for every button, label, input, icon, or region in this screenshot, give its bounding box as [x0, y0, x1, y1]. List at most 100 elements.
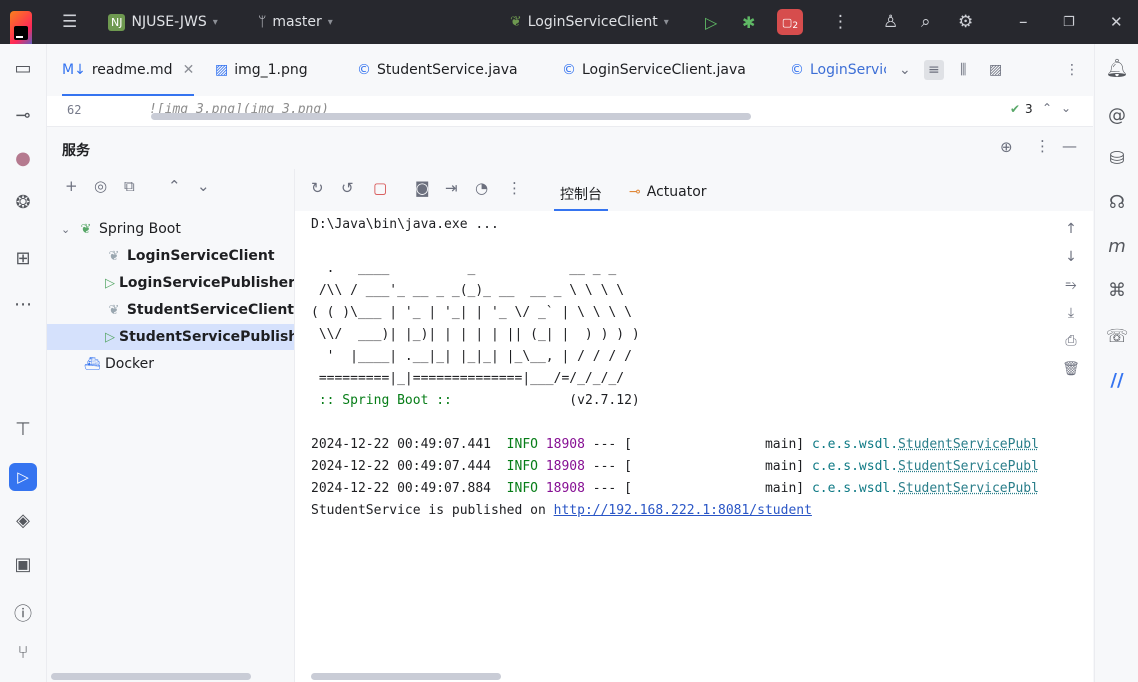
tree-node-label: StudentServicePublisher	[119, 329, 294, 345]
settings-icon[interactable]: ⚙	[958, 0, 973, 44]
tree-node-loginserviceclient[interactable]: ❦ LoginServiceClient	[47, 243, 294, 269]
add-service-icon[interactable]: +	[65, 177, 78, 195]
notifications-icon[interactable]: 🔔︎	[1095, 58, 1138, 79]
more-icon[interactable]: ⋮	[832, 0, 849, 44]
console-panel: ↻ ↺ ▢ ◙ ⇥ ◔ ⋮ 控制台 ⊸ Actuator D:\Java\bin…	[295, 169, 1093, 682]
run-icon[interactable]: ▷	[705, 0, 717, 44]
scroll-down-icon[interactable]: ↓	[1053, 249, 1089, 271]
editor-view-icon[interactable]: ≡	[924, 44, 944, 96]
branch-name: master	[272, 14, 322, 30]
options-icon[interactable]: ⋮	[1035, 137, 1050, 155]
prev-highlight-icon[interactable]: ⌃	[1042, 101, 1052, 115]
collapse-all-icon[interactable]: ⌄	[197, 177, 210, 195]
tab-options-icon[interactable]: ⋮	[1065, 44, 1079, 96]
chevron-down-icon: ▾	[663, 16, 669, 28]
preview-icon[interactable]: ▨	[989, 44, 1002, 96]
hide-panel-icon[interactable]: —	[1062, 137, 1077, 155]
inspection-check-icon[interactable]: ✔	[1010, 102, 1020, 116]
project-selector[interactable]: NJ NJUSE-JWS ▾	[108, 0, 218, 44]
tab-loginservicepublisher[interactable]: © LoginServiceP	[790, 44, 886, 96]
add-user-icon[interactable]: ♙	[883, 0, 898, 44]
console-output[interactable]: D:\Java\bin\java.exe ... . ____ _ __ _ _…	[311, 214, 1051, 522]
stop-button[interactable]: ▢ 2	[777, 0, 803, 44]
clear-console-icon[interactable]: 🗑︎	[1053, 361, 1089, 383]
tab-actuator[interactable]: ⊸ Actuator	[629, 177, 707, 211]
copilot-chat-icon[interactable]: ☊	[1095, 192, 1138, 213]
debug-rerun-icon[interactable]: ↺	[341, 179, 354, 197]
tabs-dropdown-icon[interactable]: ⌄	[899, 44, 911, 96]
class-icon: ©	[357, 62, 371, 78]
tree-node-studentserviceclient[interactable]: ❦ StudentServiceClient	[47, 297, 294, 323]
main-menu-icon[interactable]: ☰	[62, 0, 77, 44]
database-icon[interactable]: ⛁	[1095, 148, 1138, 169]
more-tools-icon[interactable]: ⋯	[0, 294, 46, 315]
restore-icon[interactable]: ❐	[1063, 0, 1075, 44]
tab-readme[interactable]: M↓ readme.md ✕	[62, 44, 195, 96]
soft-wrap-icon[interactable]: ⥱	[1053, 277, 1089, 299]
plugin-avatar-icon[interactable]: ●	[0, 148, 46, 169]
spring-boot-icon: ❦	[80, 221, 92, 237]
close-icon[interactable]: ✕	[1110, 0, 1123, 44]
run-config-selector[interactable]: ❦ LoginServiceClient ▾	[510, 0, 669, 44]
banner-line: ' |____| .__|_| |_|_| |_\__, | / / / /	[311, 349, 632, 364]
scroll-to-end-icon[interactable]: ⤓	[1053, 305, 1089, 327]
expand-all-icon[interactable]: ⌃	[168, 177, 181, 195]
commit-icon[interactable]: ⊸	[0, 105, 46, 126]
tab-img1[interactable]: ▨ img_1.png	[215, 44, 308, 96]
layers-icon[interactable]: ◈	[0, 510, 46, 531]
tree-node-docker[interactable]: ⛴ Docker	[47, 351, 294, 377]
profiler-icon[interactable]: ◔	[475, 179, 488, 197]
tab-studentservice[interactable]: © StudentService.java	[357, 44, 518, 96]
ai-assistant-icon[interactable]: @	[1095, 105, 1138, 126]
tab-console[interactable]: 控制台	[554, 177, 608, 211]
project-badge: NJ	[108, 13, 126, 31]
console-scrollbar[interactable]	[311, 673, 501, 680]
class-icon: ©	[562, 62, 576, 78]
services-title: 服务	[62, 143, 90, 159]
stop-icon[interactable]: ▢	[373, 179, 387, 197]
console-side-toolbar: ↑ ↓ ⥱ ⤓ ⎙ 🗑︎	[1053, 221, 1089, 389]
more-icon[interactable]: ⋮	[507, 179, 522, 197]
tree-node-spring-boot[interactable]: ⌄ ❦ Spring Boot	[47, 216, 294, 242]
services-icon[interactable]: ▷	[0, 463, 46, 491]
tab-loginserviceclient[interactable]: © LoginServiceClient.java	[562, 44, 746, 96]
close-tab-icon[interactable]: ✕	[183, 62, 195, 78]
screenshot-icon[interactable]: ◙	[415, 179, 430, 197]
minimize-icon[interactable]: –	[1019, 0, 1028, 44]
tab-label: 控制台	[560, 187, 602, 203]
project-icon[interactable]: ▭	[0, 58, 46, 79]
new-group-icon[interactable]: ⧉	[124, 177, 135, 195]
maven-icon[interactable]: m	[1095, 236, 1138, 257]
tree-scrollbar[interactable]	[51, 673, 251, 680]
split-view-icon[interactable]: ⫼	[960, 44, 966, 96]
scroll-up-icon[interactable]: ↑	[1053, 221, 1089, 243]
git-icon[interactable]: ⑂	[0, 642, 46, 663]
terminal-icon[interactable]: ▣	[0, 554, 46, 575]
problems-icon[interactable]: ⓘ	[0, 600, 46, 626]
docker-icon: ⛴	[83, 356, 101, 372]
print-icon[interactable]: ⎙	[1053, 333, 1089, 355]
console-toolbar: ↻ ↺ ▢ ◙ ⇥ ◔ ⋮ 控制台 ⊸ Actuator	[295, 169, 1093, 211]
tree-node-loginservicepublisher[interactable]: ▷ LoginServicePublisher	[47, 270, 294, 296]
branch-selector[interactable]: ᛘ master ▾	[258, 0, 333, 44]
run-icon: ▷	[105, 329, 115, 345]
copilot-icon[interactable]: ❂	[0, 192, 46, 213]
tree-node-studentservicepublisher[interactable]: ▷ StudentServicePublisher	[47, 324, 294, 350]
structure-icon[interactable]: ⊞	[0, 248, 46, 269]
editor-area[interactable]: 62 ![img_3.png](img_3.png) ✔ 3 ⌃ ⌄	[47, 96, 1093, 127]
published-url-link[interactable]: http://192.168.222.1:8081/student	[554, 503, 812, 518]
python-icon[interactable]: ⌘	[1095, 280, 1138, 301]
search-icon[interactable]: ⌕	[921, 0, 931, 44]
mybatis-icon[interactable]: //	[1095, 370, 1138, 391]
build-icon[interactable]: ⊤	[0, 419, 46, 440]
crosshair-icon[interactable]: ⊕	[1000, 138, 1013, 156]
chat-icon[interactable]: ☏	[1095, 326, 1138, 347]
next-highlight-icon[interactable]: ⌄	[1061, 101, 1071, 115]
spring-leaf-icon: ❦	[510, 14, 522, 30]
export-icon[interactable]: ⇥	[445, 179, 458, 197]
editor-scrollbar[interactable]	[151, 113, 751, 120]
class-icon: ©	[790, 62, 804, 78]
debug-icon[interactable]: ✱	[742, 0, 755, 44]
view-options-icon[interactable]: ◎	[94, 177, 107, 195]
rerun-icon[interactable]: ↻	[311, 179, 324, 197]
